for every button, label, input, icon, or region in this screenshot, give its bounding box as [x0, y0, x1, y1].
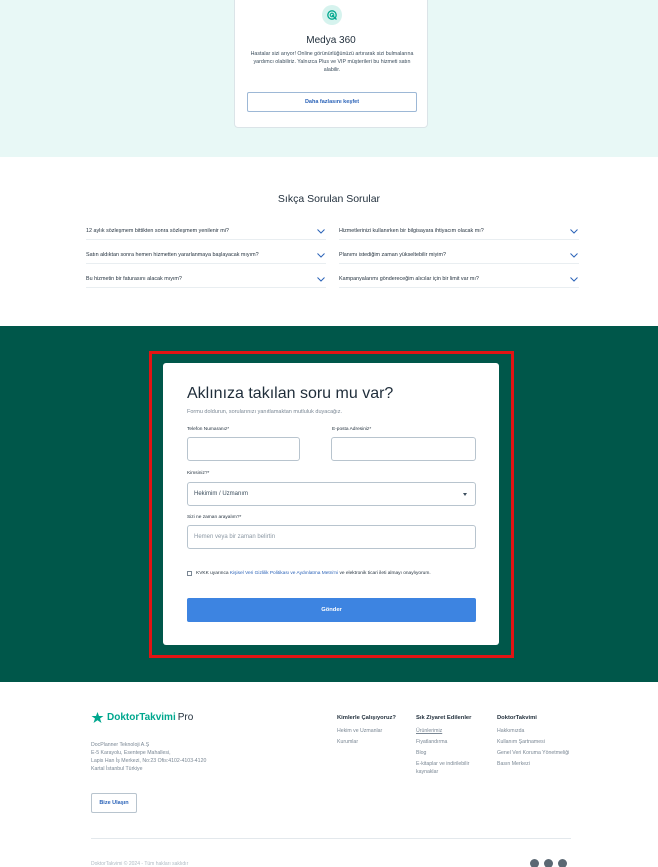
footer-column-company: DoktorTakvimi Hakkımızda Kullanım Şartna… — [497, 715, 572, 771]
footer-link[interactable]: Genel Veri Koruma Yönetmeliği — [497, 749, 572, 757]
medya-section: Medya 360 Hastalar sizi arıyor! Online g… — [0, 0, 658, 157]
footer-logo[interactable]: DoktorTakvimi Pro — [91, 712, 193, 723]
footer-link[interactable]: Basın Merkezi — [497, 760, 572, 768]
faq-item[interactable]: Hizmetlerinizi kullanırken bir bilgisaya… — [339, 222, 579, 240]
when-input[interactable]: Hemen veya bir zaman belirtin — [187, 525, 476, 549]
footer-link[interactable]: Kurumlar — [337, 738, 412, 746]
address-line: DocPlanner Teknoloji A.Ş — [91, 742, 150, 748]
footer-column-title: Kimlerle Çalışıyoruz? — [337, 715, 396, 721]
medya-title: Medya 360 — [306, 35, 356, 46]
footer-link[interactable]: Kullanım Şartnamesi — [497, 738, 572, 746]
who-label: Kimsiniz?* — [187, 471, 210, 476]
faq-item[interactable]: Satın aldıktan sonra hemen hizmetten yar… — [86, 246, 326, 264]
footer-link[interactable]: E-kitaplar ve indirilebilir kaynaklar — [416, 760, 491, 776]
when-label: Sizi ne zaman arayalım?* — [187, 515, 242, 520]
address-line: E-5 Karayolu, Esentepe Mahallesi, — [91, 750, 171, 756]
chevron-down-icon — [570, 252, 578, 258]
phone-input[interactable] — [187, 437, 300, 461]
contact-us-button[interactable]: Bize Ulaşın — [91, 793, 137, 813]
logo-suffix: Pro — [177, 712, 194, 723]
medya-description: Hastalar sizi arıyor! Online görünürlüğü… — [250, 51, 414, 73]
chevron-down-icon — [570, 228, 578, 234]
kvkk-checkbox[interactable] — [187, 571, 192, 576]
faq-question: Kampanyalarımı göndereceğim alıcılar içi… — [339, 275, 479, 282]
radar-icon — [322, 5, 342, 25]
footer-divider — [91, 838, 571, 839]
kvkk-text: KVKK uyarınca Kişisel Veri Gizlilik Poli… — [196, 570, 431, 577]
form-title: Aklınıza takılan soru mu var? — [187, 385, 394, 402]
caret-down-icon — [463, 492, 467, 496]
footer-link[interactable]: Ürünlerimiz — [416, 727, 491, 735]
company-address: DocPlanner Teknoloji A.Ş E-5 Karayolu, E… — [91, 741, 281, 773]
email-input[interactable] — [331, 437, 476, 461]
chevron-down-icon — [570, 276, 578, 282]
faq-title: Sıkça Sorulan Sorular — [277, 193, 381, 205]
star-logo-icon — [91, 712, 104, 723]
explore-more-button[interactable]: Daha fazlasını keşfet — [247, 92, 417, 112]
who-select[interactable]: Hekimim / Uzmanım — [187, 482, 476, 506]
faq-question: 12 aylık sözleşmem bittikten sonra sözle… — [86, 227, 229, 234]
chevron-down-icon — [317, 276, 325, 282]
faq-item[interactable]: 12 aylık sözleşmem bittikten sonra sözle… — [86, 222, 326, 240]
address-line: Lapis Han İş Merkezi, No:23 Ofis:4102-41… — [91, 758, 207, 764]
form-subtitle: Formu doldurun, sorularınızı yanıtlamakt… — [187, 409, 342, 415]
email-label: E-posta Adresiniz* — [332, 427, 372, 432]
chevron-down-icon — [317, 252, 325, 258]
phone-label: Telefon Numaranız* — [187, 427, 230, 432]
faq-question: Bu hizmetin bir faturasını alacak mıyım? — [86, 275, 182, 282]
kvkk-prefix: KVKK uyarınca — [196, 571, 229, 576]
logo-brand: DoktorTakvimi — [107, 712, 176, 723]
footer-column-who: Kimlerle Çalışıyoruz? Hekim ve Uzmanlar … — [337, 715, 412, 749]
faq-question: Planımı istediğim zaman yükseltebilir mi… — [339, 251, 446, 258]
contact-form: Aklınıza takılan soru mu var? Formu dold… — [163, 363, 499, 645]
facebook-icon[interactable] — [530, 859, 539, 867]
footer-column-popular: Sık Ziyaret Edilenler Ürünlerimiz Fiyatl… — [416, 715, 491, 779]
kvkk-consent: KVKK uyarınca Kişisel Veri Gizlilik Poli… — [187, 570, 477, 577]
footer-column-title: Sık Ziyaret Edilenler — [416, 715, 472, 721]
address-line: Kartal İstanbul Türkiye — [91, 766, 143, 772]
footer-link[interactable]: Fiyatlandırma — [416, 738, 491, 746]
chevron-down-icon — [317, 228, 325, 234]
faq-question: Satın aldıktan sonra hemen hizmetten yar… — [86, 251, 259, 258]
footer-link[interactable]: Hekim ve Uzmanlar — [337, 727, 412, 735]
footer-link[interactable]: Hakkımızda — [497, 727, 572, 735]
medya-card: Medya 360 Hastalar sizi arıyor! Online g… — [234, 0, 428, 128]
social-links — [530, 859, 567, 867]
instagram-icon[interactable] — [558, 859, 567, 867]
faq-item[interactable]: Bu hizmetin bir faturasını alacak mıyım? — [86, 270, 326, 288]
linkedin-icon[interactable] — [544, 859, 553, 867]
who-select-value: Hekimim / Uzmanım — [194, 491, 249, 497]
submit-button[interactable]: Gönder — [187, 598, 476, 622]
faq-item[interactable]: Planımı istediğim zaman yükseltebilir mi… — [339, 246, 579, 264]
faq-item[interactable]: Kampanyalarımı göndereceğim alıcılar içi… — [339, 270, 579, 288]
kvkk-policy-link[interactable]: Kişisel Veri Gizlilik Politikası ve Aydı… — [230, 571, 338, 576]
kvkk-suffix: ve elektronik ticari ileti almayı onaylı… — [339, 571, 431, 576]
footer-link[interactable]: Blog — [416, 749, 491, 757]
faq-question: Hizmetlerinizi kullanırken bir bilgisaya… — [339, 227, 484, 234]
footer-column-title: DoktorTakvimi — [497, 715, 537, 721]
copyright-text: DoktorTakvimi © 2024 - Tüm hakları saklı… — [91, 861, 189, 867]
